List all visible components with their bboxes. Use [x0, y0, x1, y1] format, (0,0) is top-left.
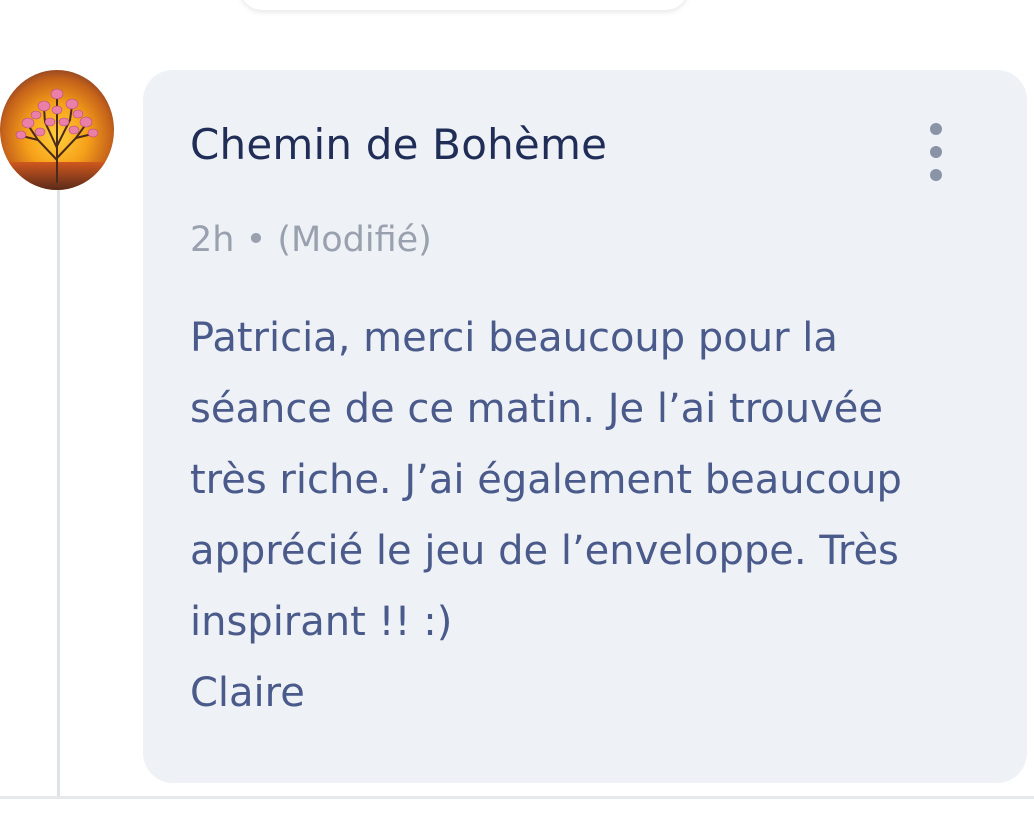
- edited-label: (Modifié): [277, 220, 432, 260]
- thread-line: [57, 180, 60, 798]
- author-name[interactable]: Chemin de Bohème: [190, 120, 607, 169]
- more-dot: [930, 169, 942, 181]
- previous-card-edge: [240, 0, 688, 10]
- comment-thread: Chemin de Bohème 2h • (Modifié) Patricia…: [0, 0, 1034, 815]
- magnolia-tree-avatar-icon: [0, 70, 114, 190]
- more-dot: [930, 146, 942, 158]
- avatar[interactable]: [0, 70, 114, 190]
- comment-bubble: Chemin de Bohème 2h • (Modifié) Patricia…: [143, 70, 1027, 783]
- timestamp: 2h: [190, 220, 235, 260]
- comment-meta: 2h • (Modifié): [190, 220, 432, 260]
- divider: [0, 796, 1034, 799]
- comment-message: Patricia, merci beaucoup pour la séance …: [190, 315, 902, 716]
- meta-separator: •: [245, 220, 267, 260]
- more-dot: [930, 123, 942, 135]
- more-options-icon[interactable]: [921, 118, 951, 188]
